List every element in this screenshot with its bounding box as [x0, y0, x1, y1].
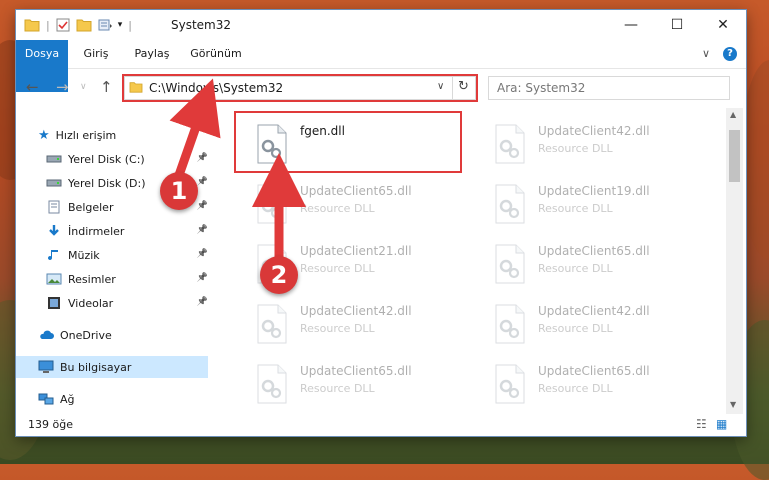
- arrow-to-address: [169, 78, 221, 180]
- annotation-arrows: [169, 78, 306, 266]
- step-badge-2: 2: [260, 256, 298, 294]
- step-badge-1: 1: [160, 172, 198, 210]
